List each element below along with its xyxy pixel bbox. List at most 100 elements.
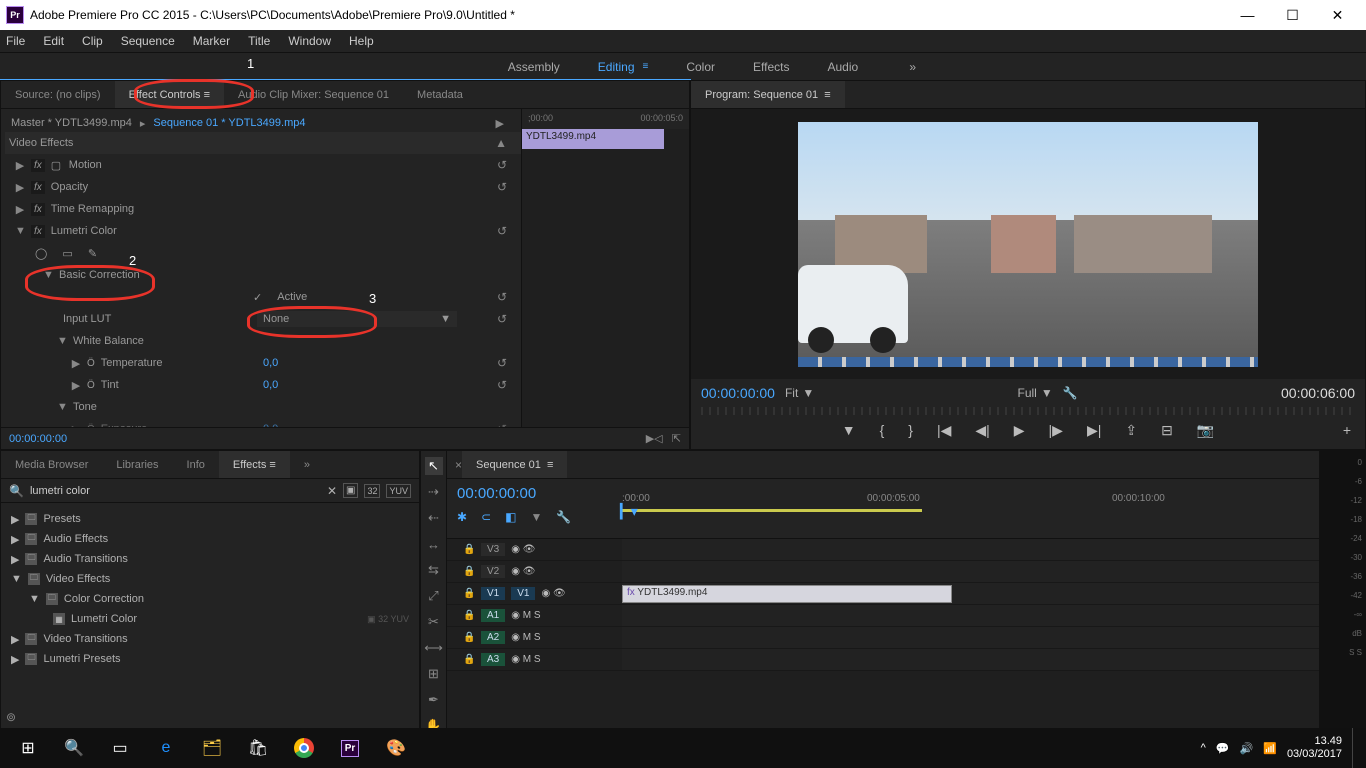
slip-tool-icon[interactable]: ⟷ (425, 639, 443, 657)
creative-cloud-icon[interactable]: ⊚ (6, 710, 16, 724)
input-lut-dropdown[interactable]: None▼ (257, 311, 457, 327)
panel-tab[interactable]: Metadata (403, 81, 477, 108)
rolling-edit-tool-icon[interactable]: ⇆ (425, 561, 443, 579)
workspace-overflow-icon[interactable]: » (909, 60, 916, 74)
store-icon[interactable]: 🛍 (238, 732, 278, 764)
basic-correction-section[interactable]: Basic Correction (59, 269, 140, 281)
task-view-icon[interactable]: ▭ (100, 732, 140, 764)
reset-icon[interactable]: ↺ (497, 356, 507, 370)
yuv-fx-icon[interactable]: YUV (386, 484, 411, 498)
time-remapping-effect[interactable]: Time Remapping (51, 203, 134, 215)
panel-overflow-icon[interactable]: » (290, 451, 324, 478)
explorer-icon[interactable]: 🗂 (192, 732, 232, 764)
white-balance-section[interactable]: White Balance (73, 335, 144, 347)
motion-effect[interactable]: Motion (69, 159, 102, 171)
extract-icon[interactable]: ⊟ (1161, 422, 1173, 439)
toggle-view-icon[interactable]: ▶◁ ⇱ (646, 432, 681, 445)
track-select-tool-icon[interactable]: ⇢ (425, 483, 443, 501)
32bit-fx-icon[interactable]: 32 (364, 484, 380, 498)
stopwatch-icon[interactable]: Ö (87, 358, 95, 369)
panel-tab[interactable]: Source: (no clips) (1, 81, 115, 108)
settings-icon[interactable]: 🔧 (556, 510, 571, 524)
tone-section[interactable]: Tone (73, 401, 97, 413)
effect-controls-timecode[interactable]: 00:00:00:00 (9, 433, 67, 445)
workspace-effects[interactable]: Effects (753, 60, 789, 74)
pen-tool-icon[interactable]: ✒ (425, 691, 443, 709)
mark-in-icon[interactable]: { (880, 422, 885, 438)
add-marker-tl-icon[interactable]: ◧ (505, 510, 516, 524)
stopwatch-icon[interactable]: Ö (87, 380, 95, 391)
effects-search-input[interactable] (30, 485, 321, 497)
button-editor-plus-icon[interactable]: + (1343, 422, 1351, 438)
menu-edit[interactable]: Edit (43, 34, 64, 48)
video-track[interactable]: 🔒V1V1◉ 👁fx YDTL3499.mp4 (447, 583, 1319, 605)
workspace-editing[interactable]: Editing (598, 60, 635, 74)
show-desktop-button[interactable] (1352, 728, 1358, 768)
tint-value[interactable]: 0,0 (263, 379, 278, 391)
volume-icon[interactable]: 🔊 (1240, 742, 1254, 755)
menu-window[interactable]: Window (288, 34, 331, 48)
tray-expand-icon[interactable]: ^ (1201, 742, 1206, 754)
ripple-edit-tool-icon[interactable]: ↔ (425, 535, 443, 553)
slide-tool-icon[interactable]: ⊞ (425, 665, 443, 683)
action-center-icon[interactable]: 💬 (1216, 742, 1230, 755)
panel-tab-libraries[interactable]: Libraries (102, 451, 172, 478)
reset-icon[interactable]: ↺ (497, 312, 507, 326)
program-viewport[interactable] (691, 109, 1365, 379)
opacity-effect[interactable]: Opacity (51, 181, 88, 193)
accelerated-fx-icon[interactable]: ▣ (343, 483, 358, 498)
menu-clip[interactable]: Clip (82, 34, 103, 48)
audio-track[interactable]: 🔒A3◉ M S (447, 649, 1319, 671)
menu-file[interactable]: File (6, 34, 25, 48)
effects-tree[interactable]: ▶🗀Presets▶🗀Audio Effects▶🗀Audio Transiti… (1, 503, 419, 675)
play-icon[interactable]: ▶ (1014, 422, 1025, 439)
step-back-icon[interactable]: ◀| (975, 422, 989, 439)
menu-marker[interactable]: Marker (193, 34, 230, 48)
reset-icon[interactable]: ↺ (497, 158, 507, 172)
taskbar-clock[interactable]: 13.49 03/03/2017 (1287, 735, 1342, 761)
menu-title[interactable]: Title (248, 34, 270, 48)
wifi-icon[interactable]: 📶 (1263, 742, 1277, 755)
clear-search-icon[interactable]: ✕ (327, 484, 337, 498)
audio-track[interactable]: 🔒A2◉ M S (447, 627, 1319, 649)
playhead-icon[interactable]: ▎▾ (620, 503, 638, 520)
lift-icon[interactable]: ⇪ (1125, 422, 1137, 439)
sequence-tab[interactable]: Sequence 01 ≡ (462, 451, 567, 478)
export-frame-icon[interactable]: 📷 (1197, 422, 1214, 439)
premiere-taskbar-icon[interactable]: Pr (330, 732, 370, 764)
selection-tool-icon[interactable]: ↖ (425, 457, 443, 475)
maximize-button[interactable]: ☐ (1270, 0, 1315, 30)
paint-icon[interactable]: 🎨 (376, 732, 416, 764)
panel-tab[interactable]: Effect Controls ≡ (115, 81, 224, 108)
minimize-button[interactable]: — (1225, 0, 1270, 30)
panel-tab[interactable]: Audio Clip Mixer: Sequence 01 (224, 81, 403, 108)
timeline-ruler[interactable]: ▎▾ :00:0000:00:05:0000:00:10:00 (622, 479, 1319, 538)
mask-pen-icon[interactable]: ✎ (88, 247, 97, 260)
panel-tab-effects[interactable]: Effects ≡ (219, 451, 290, 478)
effects-tree-node[interactable]: ▶🗀Presets (11, 509, 409, 529)
chrome-icon[interactable] (284, 732, 324, 764)
reset-icon[interactable]: ↺ (497, 290, 507, 304)
workspace-color[interactable]: Color (686, 60, 715, 74)
mask-rect-icon[interactable]: ▭ (62, 247, 72, 260)
mask-ellipse-icon[interactable]: ◯ (35, 247, 47, 260)
workspace-assembly[interactable]: Assembly (508, 60, 560, 74)
reset-icon[interactable]: ↺ (497, 378, 507, 392)
program-tab[interactable]: Program: Sequence 01 ≡ (691, 81, 845, 108)
add-marker-icon[interactable]: ▼ (842, 422, 856, 438)
snap-icon[interactable]: ✱ (457, 510, 467, 524)
reset-icon[interactable]: ↺ (497, 224, 507, 238)
lumetri-color-effect[interactable]: Lumetri Color (51, 225, 117, 237)
video-track[interactable]: 🔒V3◉ 👁 (447, 539, 1319, 561)
active-check-icon[interactable]: ✓ (253, 291, 262, 304)
marker-icon[interactable]: ▼ (530, 510, 542, 524)
close-button[interactable]: ✕ (1315, 0, 1360, 30)
mark-out-icon[interactable]: } (908, 422, 913, 438)
menu-sequence[interactable]: Sequence (121, 34, 175, 48)
audio-track[interactable]: 🔒A1◉ M S (447, 605, 1319, 627)
start-button[interactable]: ⊞ (8, 732, 48, 764)
temperature-param[interactable]: Temperature (101, 357, 163, 369)
reset-icon[interactable]: ↺ (497, 180, 507, 194)
effects-tree-node[interactable]: ▦Lumetri Color▣ 32 YUV (11, 609, 409, 629)
search-taskbar-icon[interactable]: 🔍 (54, 732, 94, 764)
